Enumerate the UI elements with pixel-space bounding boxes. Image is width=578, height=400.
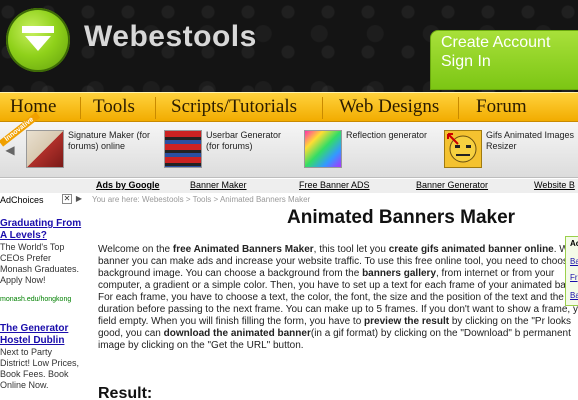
tool-label: Reflection generator	[346, 130, 428, 140]
right-ad-label: Ac	[570, 239, 578, 248]
ad-link[interactable]: Free Banner ADS	[299, 180, 370, 190]
result-heading: Result:	[98, 385, 153, 400]
ad-title[interactable]: Graduating From A Levels?	[0, 218, 82, 242]
nav-scripts-tutorials[interactable]: Scripts/Tutorials	[171, 96, 297, 118]
sign-in-link[interactable]: Sign In	[441, 53, 491, 71]
scroll-left-icon[interactable]: ◀	[2, 142, 18, 158]
ad-link[interactable]: Banner Maker	[190, 180, 247, 190]
tool-signature-maker[interactable]: Signature Maker (for forums) online	[26, 130, 156, 172]
nav-divider	[80, 97, 81, 119]
breadcrumb: You are here: Webestools > Tools > Anima…	[92, 195, 311, 204]
reflection-icon	[304, 130, 342, 168]
right-ad-link[interactable]: Ba	[570, 257, 578, 266]
site-header: Webestools Create Account Sign In	[0, 0, 578, 92]
tool-label: Signature Maker (for forums) online	[68, 130, 151, 151]
ad-title[interactable]: The Generator Hostel Dublin	[0, 323, 82, 347]
tool-label: Gifs Animated Images Resizer	[486, 130, 575, 151]
tool-gif-resizer[interactable]: Gifs Animated Images Resizer	[444, 130, 574, 172]
nav-web-designs[interactable]: Web Designs	[339, 96, 439, 118]
nav-divider	[322, 97, 323, 119]
gif-resizer-icon	[444, 130, 482, 168]
close-icon[interactable]: ✕	[62, 194, 72, 204]
right-ad-link[interactable]: Ba	[570, 291, 578, 300]
intro-paragraph: Welcome on the free Animated Banners Mak…	[98, 244, 578, 351]
page-title: Animated Banners Maker	[287, 207, 516, 228]
main-nav: Home Tools Scripts/Tutorials Web Designs…	[0, 92, 578, 122]
logo-icon[interactable]	[6, 8, 70, 72]
ads-link-bar: Ads by Google Banner Maker Free Banner A…	[0, 179, 578, 193]
userbar-icon	[164, 130, 202, 168]
play-icon[interactable]: ▶	[74, 194, 84, 204]
nav-divider	[155, 97, 156, 119]
nav-forum[interactable]: Forum	[476, 96, 527, 118]
right-ad-box: Ac Ba Fr Ba	[565, 236, 578, 306]
ad-link[interactable]: Banner Generator	[416, 180, 488, 190]
nav-divider	[458, 97, 459, 119]
ad-body: Next to Party District! Low Prices, Book…	[0, 347, 80, 390]
account-box: Create Account Sign In	[430, 30, 578, 90]
signature-maker-icon	[26, 130, 64, 168]
tool-userbar-generator[interactable]: Userbar Generator (for forums)	[164, 130, 294, 172]
adchoices-label[interactable]: AdChoices	[0, 195, 44, 205]
ad-link[interactable]: Website B	[534, 180, 575, 190]
tool-label: Userbar Generator (for forums)	[206, 130, 282, 151]
right-ad-link[interactable]: Fr	[570, 273, 578, 282]
site-logo-text[interactable]: Webestools	[84, 20, 257, 54]
ads-by-google[interactable]: Ads by Google	[96, 180, 160, 190]
tool-reflection-generator[interactable]: Reflection generator	[304, 130, 434, 172]
ad-url[interactable]: monash.edu/hongkong	[0, 296, 71, 303]
ad-body: The World's Top CEOs Prefer Monash Gradu…	[0, 242, 80, 285]
nav-tools[interactable]: Tools	[93, 96, 135, 118]
create-account-link[interactable]: Create Account	[441, 34, 550, 52]
